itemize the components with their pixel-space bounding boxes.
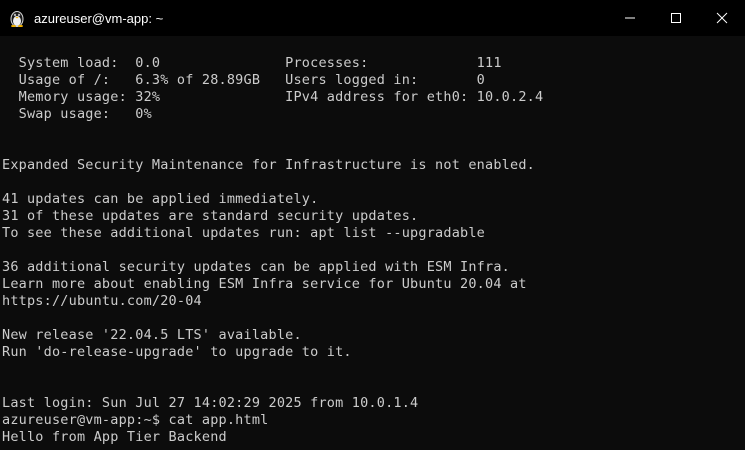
- terminal-line: Swap usage: 0%: [2, 106, 152, 122]
- terminal-lines: System load: 0.0 Processes: 111 Usage of…: [2, 55, 543, 446]
- terminal-line: 36 additional security updates can be ap…: [2, 259, 510, 275]
- terminal-line: To see these additional updates run: apt…: [2, 225, 486, 241]
- maximize-button[interactable]: [653, 0, 699, 36]
- title-bar[interactable]: azureuser@vm-app: ~: [0, 0, 745, 36]
- terminal-line: 31 of these updates are standard securit…: [2, 208, 419, 224]
- linux-penguin-icon: [8, 9, 26, 27]
- terminal-line: New release '22.04.5 LTS' available.: [2, 327, 302, 343]
- window-title: azureuser@vm-app: ~: [34, 10, 164, 26]
- maximize-icon: [671, 13, 681, 23]
- window-controls: [607, 0, 745, 36]
- terminal-prompt-line: azureuser@vm-app:~$ cat app.html: [2, 412, 269, 428]
- terminal-line: Hello from App Tier Backend: [2, 429, 227, 445]
- terminal-line: Usage of /: 6.3% of 28.89GB Users logged…: [2, 72, 486, 88]
- terminal-line: https://ubuntu.com/20-04: [2, 293, 202, 309]
- terminal-line: Memory usage: 32% IPv4 address for eth0:…: [2, 89, 544, 105]
- terminal-line: Learn more about enabling ESM Infra serv…: [2, 276, 527, 292]
- terminal-output[interactable]: System load: 0.0 Processes: 111 Usage of…: [0, 36, 745, 450]
- terminal-line: 41 updates can be applied immediately.: [2, 191, 319, 207]
- close-button[interactable]: [699, 0, 745, 36]
- terminal-window: azureuser@vm-app: ~ System load: 0.0 Pro…: [0, 0, 745, 450]
- terminal-line: Last login: Sun Jul 27 14:02:29 2025 fro…: [2, 395, 419, 411]
- terminal-line: Expanded Security Maintenance for Infras…: [2, 157, 535, 173]
- minimize-button[interactable]: [607, 0, 653, 36]
- minimize-icon: [625, 17, 635, 19]
- terminal-line: System load: 0.0 Processes: 111: [2, 55, 502, 71]
- close-icon: [716, 12, 728, 24]
- terminal-line: Run 'do-release-upgrade' to upgrade to i…: [2, 344, 352, 360]
